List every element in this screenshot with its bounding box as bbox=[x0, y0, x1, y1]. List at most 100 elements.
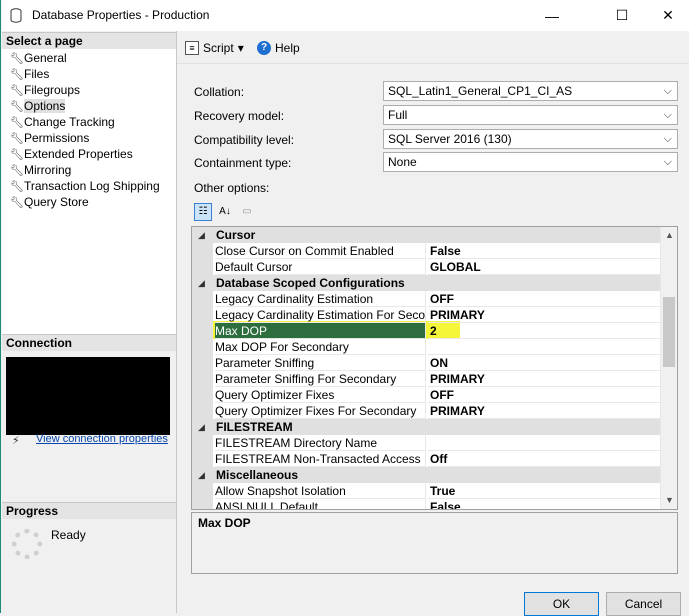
grid-row[interactable]: Default Cursor GLOBAL bbox=[192, 259, 662, 275]
maximize-button[interactable]: ☐ bbox=[599, 0, 645, 31]
connection-header: Connection bbox=[2, 334, 176, 351]
recovery-model-select[interactable]: Full ⌵ bbox=[383, 105, 678, 125]
categorized-view-icon[interactable]: ☷ bbox=[194, 203, 212, 221]
database-properties-window: Database Properties - Production — ☐ ✕ S… bbox=[0, 0, 689, 616]
close-button[interactable]: ✕ bbox=[645, 0, 689, 31]
page-item-permissions[interactable]: 🔧︎Permissions bbox=[10, 130, 89, 146]
compatibility-level-select[interactable]: SQL Server 2016 (130) ⌵ bbox=[383, 129, 678, 149]
property-name: FILESTREAM Non-Transacted Access bbox=[215, 451, 426, 467]
grid-category-miscellaneous[interactable]: ◢ Miscellaneous bbox=[192, 467, 662, 483]
grid-gutter bbox=[192, 435, 213, 451]
property-value[interactable] bbox=[428, 339, 662, 355]
property-name: Max DOP bbox=[215, 323, 426, 339]
property-name: Query Optimizer Fixes For Secondary bbox=[215, 403, 426, 419]
property-value[interactable]: PRIMARY bbox=[428, 307, 662, 323]
grid-row[interactable]: Legacy Cardinality Estimation For Second… bbox=[192, 307, 662, 323]
alphabetical-sort-icon[interactable]: A↓ bbox=[216, 203, 234, 221]
grid-row[interactable]: FILESTREAM Directory Name bbox=[192, 435, 662, 451]
chevron-down-icon: ⌵ bbox=[663, 133, 672, 145]
page-item-files[interactable]: 🔧︎Files bbox=[10, 66, 49, 82]
property-value[interactable]: False bbox=[428, 243, 662, 259]
wrench-icon: 🔧︎ bbox=[10, 117, 24, 129]
scrollbar-thumb[interactable] bbox=[663, 297, 675, 367]
chevron-down-icon: ⌵ bbox=[663, 85, 672, 97]
scroll-up-icon[interactable]: ▲ bbox=[661, 227, 677, 244]
page-item-filegroups[interactable]: 🔧︎Filegroups bbox=[10, 82, 80, 98]
database-icon bbox=[10, 8, 22, 23]
property-name: Parameter Sniffing bbox=[215, 355, 426, 371]
cancel-button[interactable]: Cancel bbox=[606, 592, 681, 616]
property-value[interactable]: PRIMARY bbox=[428, 403, 662, 419]
grid-row[interactable]: Close Cursor on Commit Enabled False bbox=[192, 243, 662, 259]
minimize-button[interactable]: — bbox=[529, 0, 575, 31]
grid-row[interactable]: Parameter Sniffing ON bbox=[192, 355, 662, 371]
property-name: Close Cursor on Commit Enabled bbox=[215, 243, 426, 259]
property-value[interactable]: OFF bbox=[428, 387, 662, 403]
wrench-icon: 🔧︎ bbox=[10, 101, 24, 113]
script-icon: ≡ bbox=[185, 41, 199, 55]
page-item-label: Change Tracking bbox=[24, 115, 115, 129]
collapse-icon[interactable]: ◢ bbox=[198, 467, 205, 483]
grid-toolbar: ☷ A↓ ▭ bbox=[194, 202, 256, 222]
page-item-change-tracking[interactable]: 🔧︎Change Tracking bbox=[10, 114, 115, 130]
collapse-icon[interactable]: ◢ bbox=[198, 275, 205, 291]
script-dropdown-icon[interactable]: ▾ bbox=[238, 41, 244, 55]
collation-select[interactable]: SQL_Latin1_General_CP1_CI_AS ⌵ bbox=[383, 81, 678, 101]
script-button[interactable]: ≡ Script ▾ bbox=[185, 40, 244, 56]
grid-category-cursor[interactable]: ◢ Cursor bbox=[192, 227, 662, 243]
help-button[interactable]: ? Help bbox=[257, 40, 300, 56]
grid-row[interactable]: Max DOP For Secondary bbox=[192, 339, 662, 355]
page-item-label: Query Store bbox=[24, 195, 89, 209]
property-value[interactable]: Off bbox=[428, 451, 662, 467]
grid-row[interactable]: Allow Snapshot Isolation True bbox=[192, 483, 662, 499]
scroll-down-icon[interactable]: ▼ bbox=[661, 492, 677, 509]
property-value[interactable]: ON bbox=[428, 355, 662, 371]
ok-button[interactable]: OK bbox=[524, 592, 599, 616]
property-description: Max DOP bbox=[191, 512, 678, 574]
page-item-options[interactable]: 🔧︎Options bbox=[10, 98, 66, 114]
left-pane: Select a page 🔧︎General 🔧︎Files 🔧︎Filegr… bbox=[2, 31, 177, 613]
grid-row[interactable]: Parameter Sniffing For Secondary PRIMARY bbox=[192, 371, 662, 387]
property-value[interactable]: PRIMARY bbox=[428, 371, 662, 387]
select-page-header: Select a page bbox=[2, 32, 176, 49]
grid-gutter bbox=[192, 307, 213, 323]
grid-category-database-scoped-configurations[interactable]: ◢ Database Scoped Configurations bbox=[192, 275, 662, 291]
window-title: Database Properties - Production bbox=[32, 8, 210, 22]
containment-type-select[interactable]: None ⌵ bbox=[383, 152, 678, 172]
property-value[interactable]: 2 bbox=[428, 323, 662, 339]
wrench-icon: 🔧︎ bbox=[10, 133, 24, 145]
property-value[interactable] bbox=[428, 435, 662, 451]
property-value[interactable]: True bbox=[428, 483, 662, 499]
grid-category-filestream[interactable]: ◢ FILESTREAM bbox=[192, 419, 662, 435]
recovery-model-label: Recovery model: bbox=[194, 109, 285, 123]
property-value[interactable]: False bbox=[428, 499, 662, 509]
property-pages-icon[interactable]: ▭ bbox=[238, 203, 256, 221]
help-label: Help bbox=[275, 41, 300, 55]
grid-row[interactable]: FILESTREAM Non-Transacted Access Off bbox=[192, 451, 662, 467]
page-item-mirroring[interactable]: 🔧︎Mirroring bbox=[10, 162, 71, 178]
wrench-icon: 🔧︎ bbox=[10, 197, 24, 209]
collapse-icon[interactable]: ◢ bbox=[198, 227, 205, 243]
grid-gutter bbox=[192, 371, 213, 387]
grid-row-selected[interactable]: Max DOP 2 bbox=[192, 323, 662, 339]
property-name: Query Optimizer Fixes bbox=[215, 387, 426, 403]
grid-row[interactable]: Query Optimizer Fixes OFF bbox=[192, 387, 662, 403]
page-item-label: Mirroring bbox=[24, 163, 72, 177]
grid-row[interactable]: Legacy Cardinality Estimation OFF bbox=[192, 291, 662, 307]
compatibility-level-label: Compatibility level: bbox=[194, 133, 295, 147]
page-item-label: Permissions bbox=[24, 131, 90, 145]
grid-category-label: FILESTREAM bbox=[216, 420, 293, 434]
property-value[interactable]: OFF bbox=[428, 291, 662, 307]
grid-row[interactable]: ANSI NULL Default False bbox=[192, 499, 662, 509]
page-item-transaction-log-shipping[interactable]: 🔧︎Transaction Log Shipping bbox=[10, 178, 160, 194]
grid-row[interactable]: Query Optimizer Fixes For Secondary PRIMA… bbox=[192, 403, 662, 419]
chevron-down-icon: ⌵ bbox=[663, 156, 672, 168]
view-connection-properties-link[interactable]: View connection properties bbox=[36, 433, 168, 445]
page-item-query-store[interactable]: 🔧︎Query Store bbox=[10, 194, 89, 210]
property-value[interactable]: GLOBAL bbox=[428, 259, 662, 275]
page-item-general[interactable]: 🔧︎General bbox=[10, 50, 67, 66]
page-item-extended-properties[interactable]: 🔧︎Extended Properties bbox=[10, 146, 133, 162]
grid-scrollbar[interactable]: ▲ ▼ bbox=[660, 227, 677, 509]
property-name: ANSI NULL Default bbox=[215, 499, 426, 509]
collapse-icon[interactable]: ◢ bbox=[198, 419, 205, 435]
